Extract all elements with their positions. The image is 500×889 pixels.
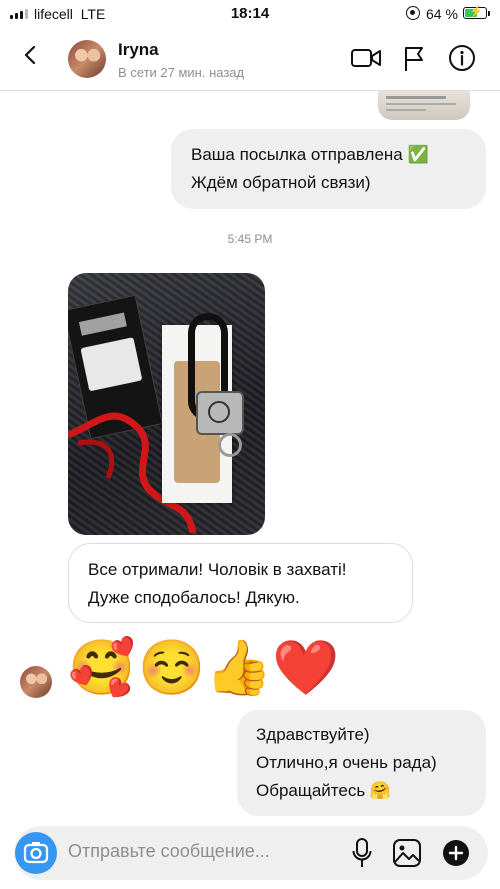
camera-button[interactable] [15,832,57,874]
outgoing-message[interactable]: Ваша посылка отправлена ✅ Ждём обратной … [171,129,486,209]
battery-percent: 64 % [426,6,458,22]
chat-header: Iryna В сети 27 мин. назад [0,28,500,91]
message-text: Все отримали! Чоловік в захваті! [88,560,347,579]
receipt-photo[interactable] [378,90,470,120]
clock: 18:14 [230,5,270,22]
camera-icon [23,842,49,864]
emoji-thumbs-up[interactable]: 👍 [205,636,272,700]
outgoing-message[interactable]: Здравствуйте) Отлично,я очень рада) Обра… [237,710,486,816]
battery-icon: ⚡ [463,6,487,19]
emoji-smiling-hearts[interactable]: 🥰 [68,636,135,700]
avatar[interactable] [68,40,106,78]
presence-status: В сети 27 мин. назад [118,65,245,80]
back-chevron-icon[interactable] [22,46,40,64]
message-text: Дуже сподобалось! Дякую. [88,588,300,607]
message-input[interactable]: Отправьте сообщение... [68,841,270,862]
status-bar: lifecell LTE 18:14 64 % ⚡ [0,0,500,28]
message-text: Ждём обратной связи) [191,173,371,192]
orientation-lock-icon [406,6,420,20]
gallery-icon[interactable] [392,838,422,868]
sender-avatar[interactable] [20,666,52,698]
flag-icon[interactable] [403,46,425,72]
emoji-red-heart[interactable]: ❤️ [272,636,339,700]
info-icon[interactable] [448,44,476,72]
emoji-smiling[interactable]: ☺️ [138,636,205,700]
message-text: Обращайтесь 🤗 [256,781,392,800]
battery-cap [488,11,490,16]
plus-icon[interactable] [442,839,470,867]
microphone-icon[interactable] [352,837,372,869]
contact-name[interactable]: Iryna [118,40,159,60]
video-call-icon[interactable] [350,46,382,70]
message-timestamp: 5:45 PM [227,232,273,246]
incoming-message[interactable]: Все отримали! Чоловік в захваті! Дуже сп… [68,543,413,623]
message-text: Здравствуйте) [256,725,370,744]
incoming-photo[interactable] [68,273,265,535]
message-text: Отлично,я очень рада) [256,753,437,772]
message-text: Ваша посылка отправлена ✅ [191,145,429,164]
